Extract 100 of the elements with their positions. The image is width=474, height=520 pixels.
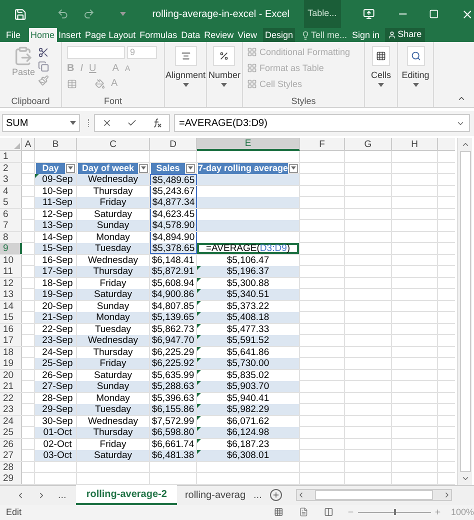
row-number[interactable]: 17 [0, 335, 22, 346]
table-cell-text: $6,124.98 [226, 427, 270, 438]
ribbon-tab[interactable]: File [4, 28, 23, 42]
filter-button[interactable] [289, 164, 298, 173]
editing-button[interactable]: Editing [402, 69, 430, 82]
ribbon-display-icon[interactable] [362, 8, 375, 20]
row-number[interactable]: 27 [0, 450, 22, 462]
table-cell-text: Tuesday [94, 324, 132, 335]
row-number[interactable]: 6 [0, 208, 22, 220]
zoom-slider[interactable] [358, 509, 431, 516]
row-number[interactable]: 22 [0, 392, 22, 404]
column-header[interactable]: C [77, 138, 150, 152]
filter-button[interactable] [186, 164, 195, 173]
alignment-icon[interactable] [180, 51, 190, 61]
row-number[interactable]: 14 [0, 300, 22, 312]
cell-editor[interactable]: =AVERAGE(D3:D9) [197, 243, 299, 254]
enter-icon[interactable] [126, 118, 137, 128]
row-number[interactable]: 19 [0, 358, 22, 370]
row-number[interactable]: 5 [0, 197, 22, 208]
table-cell-text: Saturday [92, 208, 134, 220]
vertical-scrollbar[interactable] [457, 138, 472, 485]
number-button[interactable]: Number [208, 69, 240, 82]
ribbon-tab[interactable]: Home [28, 28, 57, 42]
row-number[interactable]: 23 [0, 404, 22, 416]
row-number[interactable]: 8 [0, 232, 22, 243]
row-number[interactable]: 25 [0, 427, 22, 438]
row-number[interactable]: 29 [0, 473, 22, 484]
row-number[interactable]: 15 [0, 312, 22, 324]
filter-button[interactable] [66, 164, 75, 173]
ribbon-tab[interactable]: Review [202, 28, 236, 42]
scissors-icon[interactable] [38, 47, 49, 58]
row-number[interactable]: 12 [0, 278, 22, 289]
sheet-tab[interactable]: rolling-average-2 [76, 485, 177, 506]
cancel-icon[interactable] [102, 118, 112, 128]
formula-field[interactable]: =AVERAGE(D3:D9) [174, 114, 470, 132]
search-icon[interactable] [410, 51, 420, 61]
page-break-view-icon[interactable] [324, 507, 334, 518]
cells-icon[interactable] [376, 51, 386, 61]
previous-sheet-icon[interactable] [16, 490, 25, 500]
sign-in-link[interactable]: Sign in [352, 28, 380, 42]
row-number[interactable]: 3 [0, 174, 22, 186]
context-tab-group: Table... [304, 0, 341, 28]
copy-icon[interactable] [38, 61, 49, 72]
column-header[interactable]: H [392, 138, 438, 152]
fill-color-icon[interactable] [95, 78, 105, 88]
collapse-ribbon-icon[interactable] [457, 94, 466, 103]
table-cell-text: 28-Sep [41, 392, 74, 404]
share-button[interactable]: Share [384, 28, 425, 42]
row-number[interactable]: 1 [0, 151, 22, 162]
row-number[interactable]: 26 [0, 438, 22, 450]
zoom-in-icon[interactable] [434, 508, 441, 516]
ribbon-tab[interactable]: Data [179, 28, 202, 42]
table-cell-text: Thursday [92, 186, 134, 197]
row-number[interactable]: 4 [0, 186, 22, 197]
table-cell-text: 24-Sep [41, 346, 74, 358]
new-sheet-icon[interactable] [270, 489, 282, 502]
ribbon-tab[interactable]: Formulas [138, 28, 180, 42]
filter-button[interactable] [139, 164, 148, 173]
row-number[interactable]: 21 [0, 381, 22, 392]
row-number[interactable]: 13 [0, 289, 22, 300]
table-cell-text: 14-Sep [41, 232, 74, 243]
horizontal-scrollbar[interactable] [296, 489, 452, 502]
percent-icon[interactable] [219, 51, 230, 61]
normal-view-icon[interactable] [274, 507, 283, 518]
row-number[interactable]: 16 [0, 324, 22, 335]
row-number[interactable]: 20 [0, 370, 22, 381]
cells-button[interactable]: Cells [370, 69, 391, 82]
row-number[interactable]: 18 [0, 346, 22, 358]
save-icon[interactable] [14, 8, 27, 20]
row-number[interactable]: 7 [0, 220, 22, 232]
column-header[interactable]: G [345, 138, 392, 152]
page-layout-view-icon[interactable] [298, 507, 308, 518]
row-number[interactable]: 11 [0, 266, 22, 278]
ribbon-tab[interactable]: View [236, 28, 259, 42]
tell-me-field[interactable]: Tell me... [311, 28, 348, 42]
row-number[interactable]: 2 [0, 162, 22, 174]
font-name-field[interactable] [67, 46, 125, 59]
column-header[interactable]: F [300, 138, 345, 152]
group-label: Styles [291, 95, 316, 107]
next-sheet-icon[interactable] [37, 490, 46, 500]
ribbon-tab[interactable]: Page Layout [83, 28, 138, 42]
name-box[interactable]: SUM [2, 114, 80, 132]
more-sheets-button[interactable]: ... [254, 488, 262, 503]
sheet-tab[interactable]: rolling-averag [176, 485, 254, 506]
column-header[interactable]: B [35, 138, 77, 152]
row-number[interactable]: 9 [0, 243, 22, 254]
row-number[interactable]: 28 [0, 462, 22, 473]
zoom-thumb[interactable] [394, 509, 396, 516]
row-number[interactable]: 24 [0, 416, 22, 427]
column-header[interactable]: E [197, 138, 300, 152]
function-icon[interactable] [152, 118, 162, 128]
ribbon-tab[interactable]: Insert [56, 28, 84, 42]
table-header: Sales [150, 162, 185, 174]
column-header[interactable]: A [22, 138, 35, 152]
alignment-button[interactable]: Alignment [165, 69, 206, 82]
more-sheets-button[interactable]: ... [58, 488, 66, 503]
table-cell-text: 20-Sep [41, 300, 74, 312]
maximize-icon[interactable] [429, 9, 440, 19]
row-number[interactable]: 10 [0, 254, 22, 266]
ribbon-tab[interactable]: Design [263, 28, 296, 42]
